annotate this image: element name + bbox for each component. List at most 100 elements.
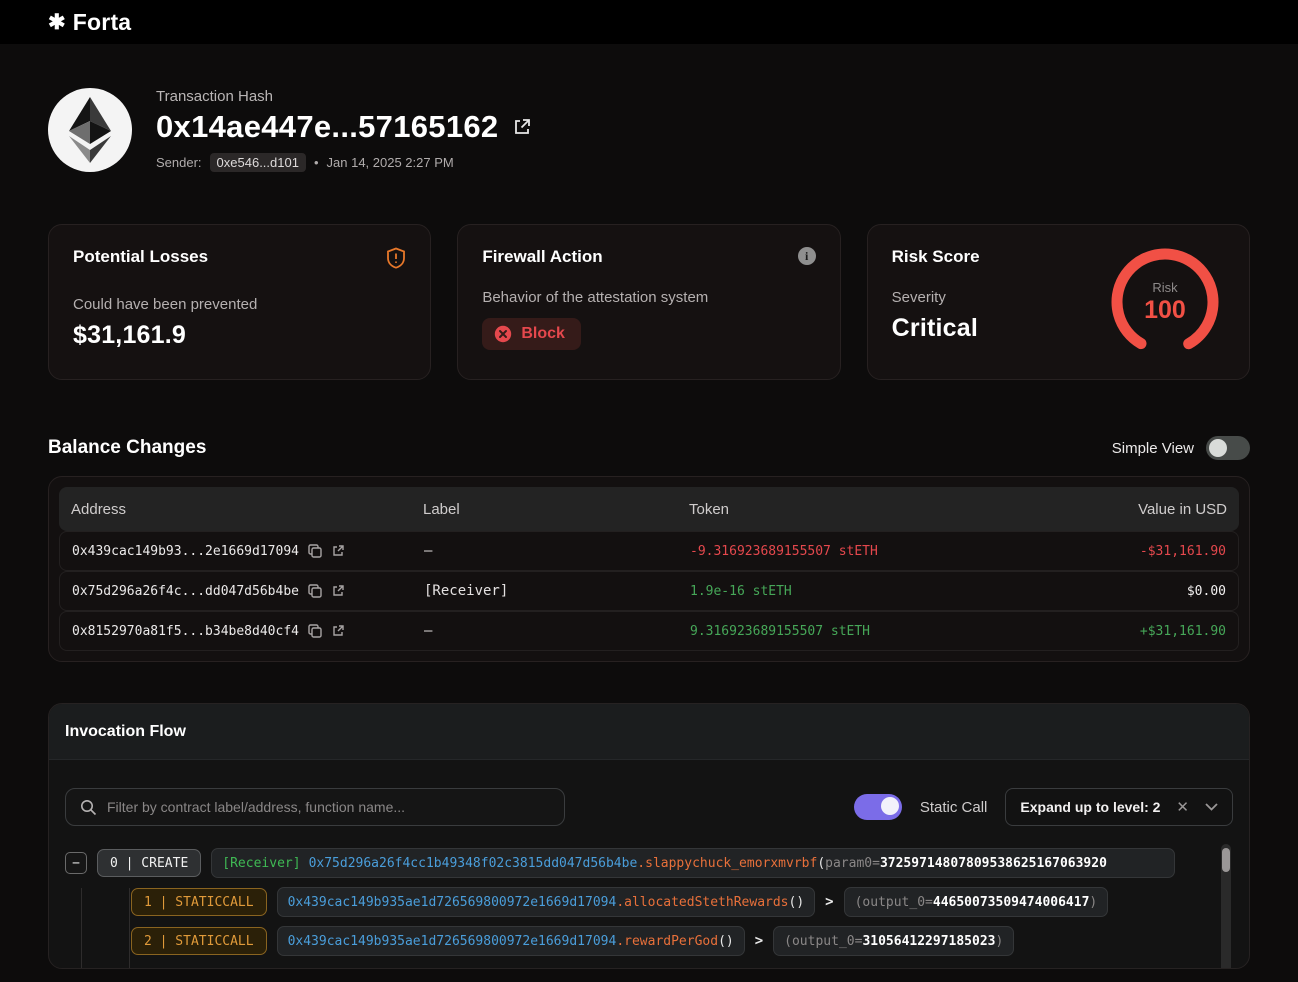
invocation-flow-card: Invocation Flow Static Call Expand up to… bbox=[48, 703, 1250, 969]
copy-icon[interactable] bbox=[308, 624, 322, 638]
simple-view-toggle[interactable] bbox=[1206, 436, 1250, 460]
block-status-badge: Block bbox=[482, 318, 581, 350]
call-depth-badge[interactable]: 2 | STATICCALL bbox=[131, 927, 267, 955]
row-token: -9.316923689155507 stETH bbox=[690, 544, 1046, 559]
function-name: .allocatedStethRewards bbox=[616, 895, 788, 910]
row-address: 0x75d296a26f4c...dd047d56b4be bbox=[72, 584, 299, 599]
external-link-icon[interactable] bbox=[512, 117, 532, 137]
filter-search-box[interactable] bbox=[65, 788, 565, 826]
external-link-icon[interactable] bbox=[331, 584, 345, 598]
potential-losses-amount: $31,161.9 bbox=[73, 321, 406, 350]
call-signature-chip[interactable]: [Receiver] 0x75d296a26f4cc1b49348f02c381… bbox=[211, 848, 1175, 878]
result-arrow-icon: > bbox=[755, 933, 763, 949]
row-value-usd: -$31,161.90 bbox=[1046, 544, 1226, 559]
external-link-icon[interactable] bbox=[331, 624, 345, 638]
table-header-row: Address Label Token Value in USD bbox=[59, 487, 1239, 531]
collapse-icon[interactable]: − bbox=[65, 852, 87, 874]
paren: ) bbox=[1089, 895, 1097, 910]
contract-address: 0x439cac149b935ae1d726569800972e1669d170… bbox=[288, 934, 617, 949]
function-name: .slappychuck_emorxmvrbf bbox=[637, 856, 817, 871]
paren: ) bbox=[996, 934, 1004, 949]
column-value-usd: Value in USD bbox=[1047, 501, 1227, 518]
receiver-tag: [Receiver] bbox=[222, 856, 300, 871]
column-address: Address bbox=[71, 501, 423, 518]
row-value-usd: $0.00 bbox=[1046, 584, 1226, 599]
paren: () bbox=[789, 895, 805, 910]
copy-icon[interactable] bbox=[308, 544, 322, 558]
output-value: 44650073509474006417 bbox=[933, 895, 1090, 910]
call-signature-chip[interactable]: 0x439cac149b935ae1d726569800972e1669d170… bbox=[277, 887, 816, 917]
tree-connector-line bbox=[129, 888, 130, 969]
external-link-icon[interactable] bbox=[331, 544, 345, 558]
column-token: Token bbox=[689, 501, 1047, 518]
chevron-down-icon[interactable] bbox=[1205, 798, 1218, 816]
transaction-hash-value: 0x14ae447e...57165162 bbox=[156, 109, 498, 145]
balance-changes-header: Balance Changes Simple View bbox=[0, 380, 1298, 460]
table-row: 0x75d296a26f4c...dd047d56b4be [Receiver]… bbox=[59, 571, 1239, 611]
transaction-hash-label: Transaction Hash bbox=[156, 88, 532, 105]
ethereum-logo-icon bbox=[48, 88, 132, 172]
info-icon[interactable]: i bbox=[798, 247, 816, 265]
row-address: 0x439cac149b93...2e1669d17094 bbox=[72, 544, 299, 559]
shield-alert-icon bbox=[386, 247, 406, 274]
vertical-scrollbar[interactable] bbox=[1221, 844, 1231, 969]
summary-cards: Potential Losses Could have been prevent… bbox=[0, 172, 1298, 380]
row-token: 1.9e-16 stETH bbox=[690, 584, 1046, 599]
function-name: .rewardPerGod bbox=[616, 934, 718, 949]
call-row-create: − 0 | CREATE [Receiver] 0x75d296a26f4cc1… bbox=[65, 848, 1175, 878]
clear-selection-icon[interactable]: ✕ bbox=[1176, 798, 1189, 816]
call-signature-chip[interactable]: 0x439cac149b935ae1d726569800972e1669d170… bbox=[277, 926, 745, 956]
output-value: 31056412297185023 bbox=[862, 934, 995, 949]
static-call-label: Static Call bbox=[920, 799, 988, 816]
output-key: (output_0= bbox=[784, 934, 862, 949]
search-icon bbox=[80, 799, 97, 816]
static-call-toggle[interactable] bbox=[854, 794, 902, 820]
paren: () bbox=[718, 934, 734, 949]
call-row-staticcall: 1 | STATICCALL 0x439cac149b935ae1d726569… bbox=[131, 887, 1175, 917]
call-output-chip[interactable]: (output_0=31056412297185023) bbox=[773, 926, 1014, 956]
potential-losses-card: Potential Losses Could have been prevent… bbox=[48, 224, 431, 380]
forta-star-icon: ✱ bbox=[48, 10, 66, 35]
row-token: 9.316923689155507 stETH bbox=[690, 624, 1046, 639]
expand-level-select[interactable]: Expand up to level: 2 ✕ bbox=[1005, 788, 1233, 826]
table-row: 0x439cac149b93...2e1669d17094 – -9.31692… bbox=[59, 531, 1239, 571]
transaction-hero: Transaction Hash 0x14ae447e...57165162 S… bbox=[0, 44, 1298, 172]
risk-gauge-label: Risk bbox=[1152, 280, 1177, 295]
potential-losses-title: Potential Losses bbox=[73, 247, 208, 267]
param-value: 37259714807809538625167063920 bbox=[880, 856, 1107, 871]
call-output-chip[interactable]: (output_0=44650073509474006417) bbox=[844, 887, 1109, 917]
row-value-usd: +$31,161.90 bbox=[1046, 624, 1226, 639]
firewall-action-title: Firewall Action bbox=[482, 247, 602, 267]
firewall-action-subtitle: Behavior of the attestation system bbox=[482, 289, 815, 306]
row-label: – bbox=[424, 623, 690, 639]
copy-icon[interactable] bbox=[308, 584, 322, 598]
tree-connector-line bbox=[81, 888, 82, 969]
risk-score-title: Risk Score bbox=[892, 247, 980, 267]
transaction-timestamp: Jan 14, 2025 2:27 PM bbox=[327, 155, 454, 170]
expand-level-value: Expand up to level: 2 bbox=[1020, 799, 1160, 815]
scrollbar-thumb[interactable] bbox=[1222, 848, 1230, 872]
call-depth-badge[interactable]: 1 | STATICCALL bbox=[131, 888, 267, 916]
sender-label: Sender: bbox=[156, 155, 202, 170]
forta-logo[interactable]: ✱ Forta bbox=[48, 9, 131, 36]
simple-view-label: Simple View bbox=[1112, 440, 1194, 457]
paren: ( bbox=[817, 856, 825, 871]
row-address: 0x8152970a81f5...b34be8d40cf4 bbox=[72, 624, 299, 639]
row-label: – bbox=[424, 543, 690, 559]
call-row-staticcall: 2 | STATICCALL 0x439cac149b935ae1d726569… bbox=[131, 926, 1175, 956]
balance-changes-title: Balance Changes bbox=[48, 437, 206, 459]
contract-address: 0x75d296a26f4cc1b49348f02c3815dd047d56b4… bbox=[309, 856, 638, 871]
sender-address-chip[interactable]: 0xe546...d101 bbox=[210, 153, 306, 172]
potential-losses-subtitle: Could have been prevented bbox=[73, 296, 406, 313]
risk-gauge: Risk 100 bbox=[1107, 244, 1223, 360]
call-depth-badge[interactable]: 0 | CREATE bbox=[97, 849, 201, 877]
balance-changes-table: Address Label Token Value in USD 0x439ca… bbox=[48, 476, 1250, 662]
x-circle-icon bbox=[494, 325, 512, 343]
risk-gauge-value: 100 bbox=[1144, 296, 1186, 325]
output-key: (output_0= bbox=[855, 895, 933, 910]
risk-score-card: Risk Score Severity Critical Risk 100 bbox=[867, 224, 1250, 380]
filter-search-input[interactable] bbox=[107, 799, 550, 815]
block-badge-label: Block bbox=[521, 325, 565, 343]
call-tree: − 0 | CREATE [Receiver] 0x75d296a26f4cc1… bbox=[65, 848, 1211, 956]
meta-bullet: • bbox=[314, 155, 319, 170]
